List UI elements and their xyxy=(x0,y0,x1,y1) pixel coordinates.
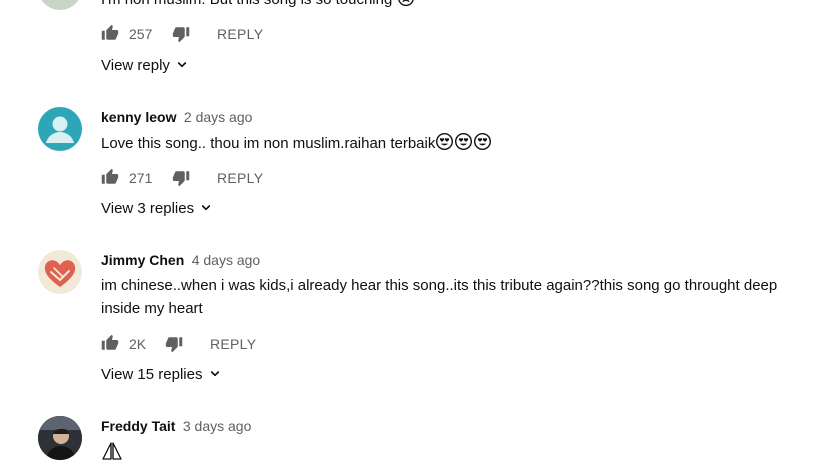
commenter-avatar[interactable] xyxy=(38,0,82,10)
chevron-down-icon xyxy=(174,57,190,73)
comment-timestamp[interactable]: 3 days ago xyxy=(183,418,252,434)
heart-icon xyxy=(44,260,76,287)
author-name[interactable]: Jimmy Chen xyxy=(101,252,184,268)
comment-timestamp[interactable]: 2 days ago xyxy=(184,109,253,125)
like-count: 257 xyxy=(129,26,153,42)
reply-button[interactable]: REPLY xyxy=(210,336,256,352)
heart-eyes-emoji-icon xyxy=(454,132,473,151)
heart-eyes-emoji-icon xyxy=(473,132,492,151)
thumb-up-icon[interactable] xyxy=(101,168,119,186)
heart-eyes-emoji-icon xyxy=(435,132,454,151)
comment-text: Love this song.. thou im non muslim.raih… xyxy=(101,132,492,155)
view-replies-button[interactable]: View 3 replies xyxy=(101,200,214,217)
comment-header: Freddy Tait 3 days ago xyxy=(101,418,251,436)
profile-photo xyxy=(38,416,82,460)
like-count: 2K xyxy=(129,336,147,352)
default-avatar-icon xyxy=(46,116,74,143)
chevron-down-icon xyxy=(207,366,223,382)
commenter-avatar[interactable] xyxy=(38,416,82,460)
like-count: 271 xyxy=(129,170,153,186)
commenter-avatar[interactable] xyxy=(38,250,82,294)
view-replies-button[interactable]: View 15 replies xyxy=(101,366,223,383)
comment-text-line: inside my heart xyxy=(101,300,203,317)
sad-emoji-icon xyxy=(397,0,414,7)
comment-header: kenny leow 2 days ago xyxy=(101,109,252,127)
thumb-up-icon[interactable] xyxy=(101,24,119,42)
comment-text: 🙏 xyxy=(101,441,123,470)
thumb-down-icon[interactable] xyxy=(165,335,183,353)
thumb-down-icon[interactable] xyxy=(172,25,190,43)
commenter-avatar[interactable] xyxy=(38,107,82,151)
author-name[interactable]: Freddy Tait xyxy=(101,418,175,434)
view-replies-button[interactable]: View reply xyxy=(101,57,190,74)
thumb-up-icon[interactable] xyxy=(101,334,119,352)
comment-header: Jimmy Chen 4 days ago xyxy=(101,252,260,270)
comment-text-line: im chinese..when i was kids,i already he… xyxy=(101,277,778,294)
author-name[interactable]: kenny leow xyxy=(101,109,176,125)
thumb-down-icon[interactable] xyxy=(172,169,190,187)
pray-icon xyxy=(102,442,122,460)
comment-text: I'm non muslim. But this song is so touc… xyxy=(101,0,415,11)
reply-button[interactable]: REPLY xyxy=(217,170,263,186)
reply-button[interactable]: REPLY xyxy=(217,26,263,42)
chevron-down-icon xyxy=(198,200,214,216)
comment-timestamp[interactable]: 4 days ago xyxy=(192,252,261,268)
